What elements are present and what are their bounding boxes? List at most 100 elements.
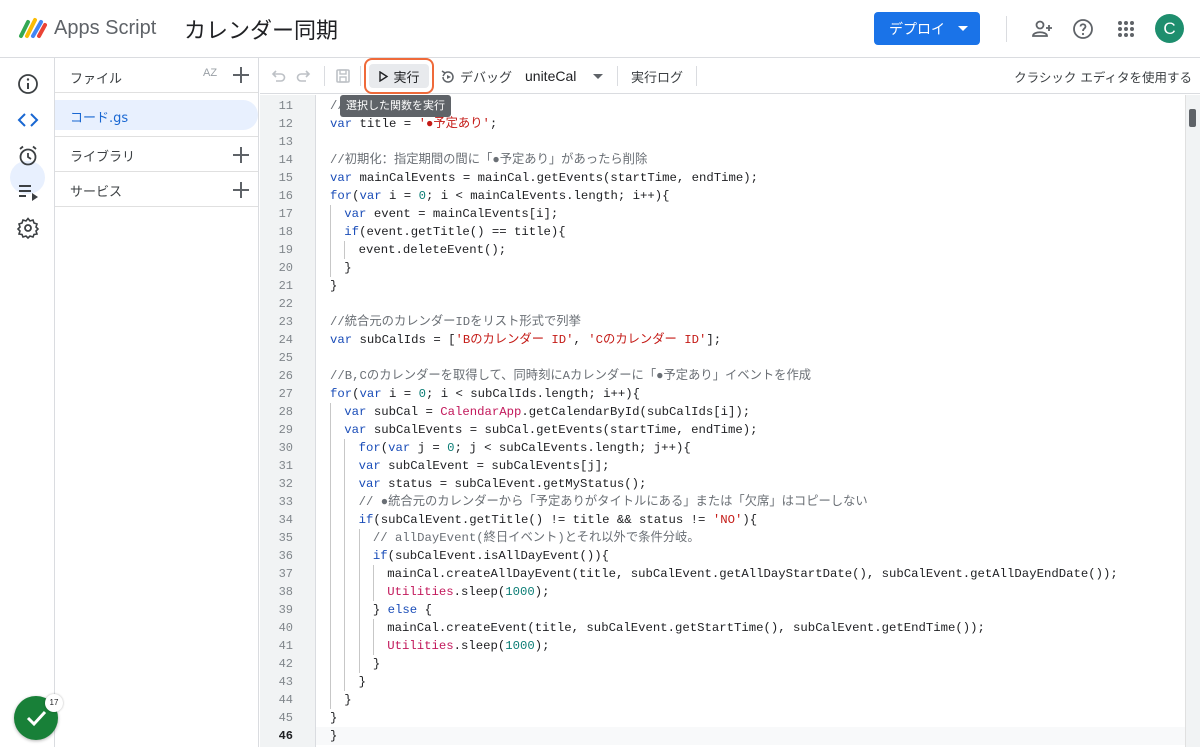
code-line[interactable]: 12 var title = '●予定あり'; (260, 115, 1185, 133)
indent-guide (344, 529, 346, 547)
code-line[interactable]: 17 var event = mainCalEvents[i]; (260, 205, 1185, 223)
line-number: 23 (278, 315, 293, 329)
apps-script-logo-icon[interactable] (18, 16, 48, 40)
code-line[interactable]: 19 event.deleteEvent(); (260, 241, 1185, 259)
apps-grid-icon[interactable] (1114, 17, 1138, 41)
code-text: } else { (372, 603, 432, 617)
code-line[interactable]: 40 mainCal.createEvent(title, subCalEvent… (260, 619, 1185, 637)
code-text: for(var j = 0; j < subCalEvents.length; … (358, 441, 691, 455)
execution-log-button[interactable]: 実行ログ (631, 67, 683, 86)
line-number: 21 (278, 279, 293, 293)
code-text: } (344, 693, 352, 707)
indent-guide (372, 583, 374, 601)
add-library-icon[interactable] (232, 146, 250, 164)
code-line[interactable]: 33 // ●統合元のカレンダーから「予定ありがタイトルにある」または「欠席」はコ… (260, 493, 1185, 511)
code-line[interactable]: 21} (260, 277, 1185, 295)
code-line[interactable]: 35 // allDayEvent(終日イベント)とそれ以外で条件分岐。 (260, 529, 1185, 547)
save-icon[interactable] (334, 67, 352, 85)
code-line[interactable]: 20} (260, 259, 1185, 277)
classic-editor-link[interactable]: クラシック エディタを使用する (1014, 67, 1192, 86)
indent-guide (330, 493, 331, 511)
editor-scrollbar[interactable] (1185, 95, 1200, 747)
overview-icon[interactable] (16, 72, 40, 96)
code-editor[interactable]: 11//12 var title = '●予定あり'; 13 14//初期化：指定期間… (260, 95, 1200, 747)
code-line[interactable]: 25 (260, 349, 1185, 367)
code-text: if(subCalEvent.isAllDayEvent()){ (372, 549, 610, 563)
scrollbar-thumb[interactable] (1189, 109, 1196, 127)
code-line[interactable]: 43} (260, 673, 1185, 691)
code-line[interactable]: 36 if(subCalEvent.isAllDayEvent()){ (260, 547, 1185, 565)
line-number: 20 (278, 261, 293, 275)
settings-icon[interactable] (16, 216, 40, 240)
file-item[interactable]: コード.gs (55, 100, 258, 130)
add-file-icon[interactable] (232, 66, 250, 84)
deploy-button[interactable]: デプロイ (874, 12, 980, 45)
code-line[interactable]: 26 //B,Cのカレンダーを取得して、同時刻にAカレンダーに「●予定あり」イベン… (260, 367, 1185, 385)
code-line[interactable]: 38 Utilities.sleep(1000); (260, 583, 1185, 601)
add-person-icon[interactable] (1030, 17, 1054, 41)
code-line[interactable]: 42} (260, 655, 1185, 673)
indent-guide (344, 619, 346, 637)
section-libraries-label: ライブラリ (70, 150, 136, 165)
function-select[interactable]: uniteCal (525, 68, 576, 84)
indent-guide (344, 637, 346, 655)
code-text: var subCalEvent = subCalEvents[j]; (358, 459, 610, 473)
code-text: //初期化：指定期間の間に「●予定あり」があったら削除 (330, 153, 648, 167)
sort-az-icon[interactable]: AZ (203, 67, 217, 79)
line-number: 46 (278, 729, 293, 743)
line-number: 42 (278, 657, 293, 671)
code-line[interactable]: 39} else { (260, 601, 1185, 619)
chevron-down-icon[interactable] (593, 74, 603, 79)
help-icon[interactable] (1071, 17, 1095, 41)
code-line[interactable]: 31 var subCalEvent = subCalEvents[j]; (260, 457, 1185, 475)
code-text: } (344, 261, 352, 275)
code-line[interactable]: 18 if(event.getTitle() == title){ (260, 223, 1185, 241)
indent-guide (344, 511, 346, 529)
indent-guide (344, 583, 346, 601)
add-service-icon[interactable] (232, 181, 250, 199)
code-line[interactable]: 30 for(var j = 0; j < subCalEvents.length… (260, 439, 1185, 457)
section-services[interactable]: サービス (55, 171, 258, 207)
line-number: 15 (278, 171, 293, 185)
code-line[interactable]: 32 var status = subCalEvent.getMyStatus()… (260, 475, 1185, 493)
code-line[interactable]: 13 (260, 133, 1185, 151)
project-title[interactable]: カレンダー同期 (184, 13, 338, 45)
indent-guide (330, 637, 331, 655)
code-line[interactable]: 41 Utilities.sleep(1000); (260, 637, 1185, 655)
indent-guide (330, 511, 331, 529)
code-line[interactable]: 22 (260, 295, 1185, 313)
code-line[interactable]: 14 //初期化：指定期間の間に「●予定あり」があったら削除 (260, 151, 1185, 169)
files-panel: ファイル AZ コード.gs ライブラリ サービス (55, 58, 259, 747)
indent-guide (344, 673, 346, 691)
indent-guide (330, 691, 331, 709)
editor-toolbar: 実行 デバッグ uniteCal 実行ログ クラシック エディタを使用する (260, 58, 1200, 94)
chevron-down-icon[interactable] (958, 26, 968, 31)
indent-guide (344, 565, 346, 583)
code-line[interactable]: 44} (260, 691, 1185, 709)
play-icon (379, 70, 389, 82)
executions-icon[interactable] (16, 180, 40, 204)
undo-icon[interactable] (269, 67, 287, 85)
indent-guide (330, 475, 331, 493)
redo-icon[interactable] (295, 67, 313, 85)
code-line[interactable]: 16 for(var i = 0; i < mainCalEvents.lengt… (260, 187, 1185, 205)
code-line[interactable]: 24 var subCalIds = ['Bのカレンダー ID', 'Cのカレンダ… (260, 331, 1185, 349)
code-line[interactable]: 15 var mainCalEvents = mainCal.getEvents(… (260, 169, 1185, 187)
code-line[interactable]: 27 for(var i = 0; i < subCalIds.length; i… (260, 385, 1185, 403)
code-line[interactable]: 37 mainCal.createAllDayEvent(title, subCa… (260, 565, 1185, 583)
code-line[interactable]: 29 var subCalEvents = subCal.getEvents(st… (260, 421, 1185, 439)
code-line[interactable]: 46} (260, 727, 1185, 745)
code-line[interactable]: 23 //統合元のカレンダーIDをリスト形式で列挙 (260, 313, 1185, 331)
debug-button[interactable]: デバッグ (440, 67, 512, 86)
section-libraries[interactable]: ライブラリ (55, 136, 258, 172)
triggers-icon[interactable] (16, 144, 40, 168)
code-line[interactable]: 28 var subCal = CalendarApp.getCalendarBy… (260, 403, 1185, 421)
code-line[interactable]: 45} (260, 709, 1185, 727)
editor-icon[interactable] (16, 108, 40, 132)
run-button[interactable]: 実行 (369, 64, 429, 88)
code-line[interactable]: 34 if(subCalEvent.getTitle() != title && … (260, 511, 1185, 529)
avatar[interactable]: C (1155, 14, 1184, 43)
line-number: 14 (278, 153, 293, 167)
indent-guide (372, 637, 374, 655)
code-text: if(subCalEvent.getTitle() != title && st… (358, 513, 758, 527)
